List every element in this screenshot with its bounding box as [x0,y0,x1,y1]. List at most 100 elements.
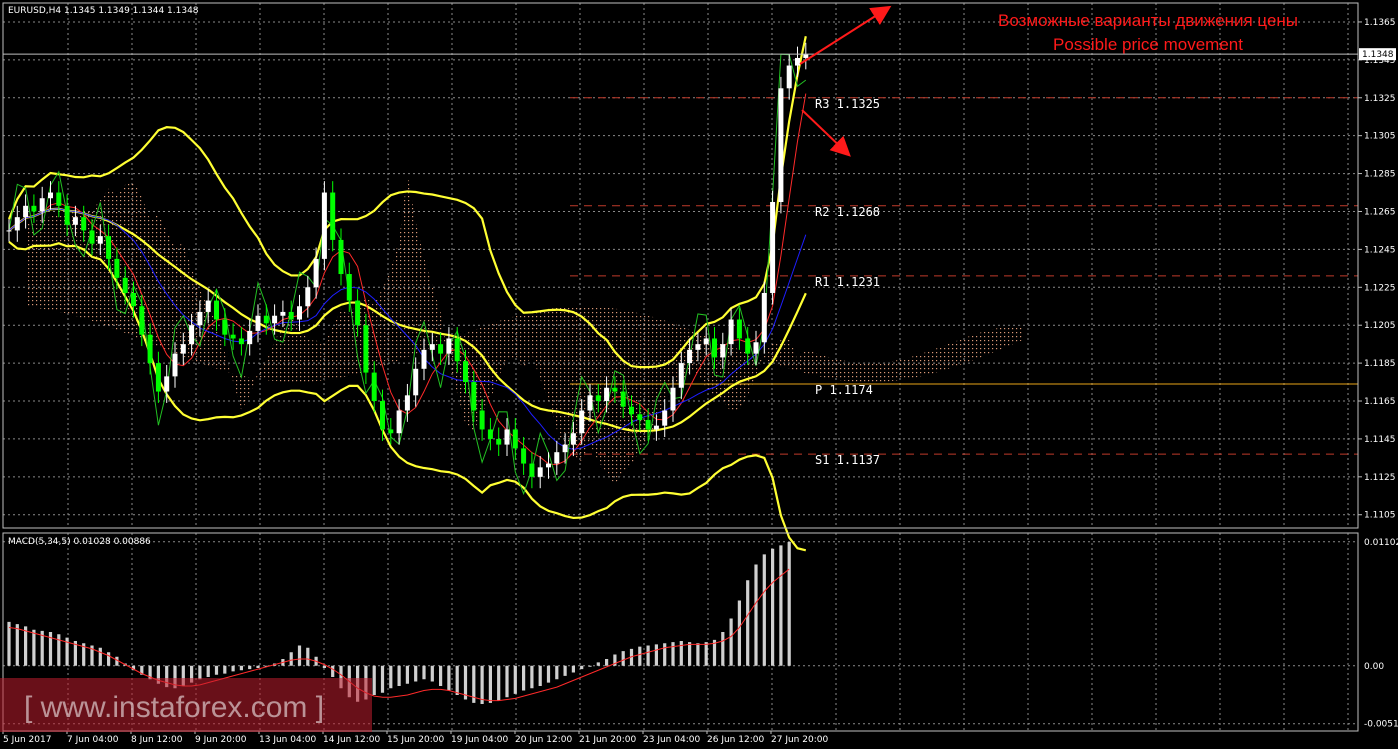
price-tick-label: 1.1325 [1364,94,1396,104]
price-tick-label: 1.1365 [1364,18,1396,28]
macd-bar [787,542,791,666]
time-tick-label: 26 Jun 12:00 [707,735,764,745]
candle-body [396,410,402,434]
annotation-en: Possible price movement [1053,35,1243,54]
candle-body [23,205,29,218]
candle-body [72,217,78,225]
candle-body [562,444,568,453]
candle-body [629,406,634,415]
candle-body [429,344,435,350]
candle-body [604,387,610,402]
macd-bar [605,659,609,666]
macd-bar [505,665,509,698]
macd-bar [306,647,310,666]
candle-body [529,463,535,477]
macd-bar [762,554,766,666]
macd-bar [555,665,559,680]
candle-body [745,338,751,354]
price-tick-label: 1.1225 [1364,283,1396,293]
macd-bar [522,665,526,691]
macd-bar [57,634,61,666]
macd-bar [239,665,243,671]
candle-body [637,414,643,420]
candle-body [770,202,776,293]
candle-body [48,192,53,199]
candle-body [355,300,361,326]
candle-body [106,236,112,259]
candle-body [346,274,352,301]
macd-bar [729,618,733,666]
pivot-label: R1 1.1231 [815,275,880,289]
candle-body [620,391,626,407]
candle-body [363,325,369,373]
candle-body [753,342,759,354]
candle-body [512,429,518,449]
candle-body [164,376,170,392]
price-tick-label: 1.1285 [1364,170,1396,180]
candle-body [39,198,45,212]
macd-bar [596,662,600,666]
macd-bar [654,644,658,666]
macd-bar [389,665,393,689]
candle-body [139,306,145,335]
macd-bar [372,665,376,695]
macd-bar [538,665,542,686]
candle-body [247,330,253,345]
candle-body [338,239,344,275]
macd-bar [571,665,575,673]
candle-body [313,258,319,288]
candle-body [803,54,809,58]
macd-bar [746,580,750,666]
macd-bar [696,643,700,666]
time-tick-label: 15 Jun 20:00 [387,735,444,745]
candle-body [189,325,195,345]
macd-bar [223,665,227,674]
time-tick-label: 19 Jun 04:00 [451,735,508,745]
macd-bar [704,642,708,666]
candle-body [155,363,161,392]
candle-body [114,258,120,278]
time-tick-label: 27 Jun 20:00 [771,735,828,745]
macd-bar [480,665,484,704]
candle-body [263,315,269,324]
candle-body [645,419,651,430]
candle-body [272,315,278,324]
macd-bar [198,665,202,680]
macd-bar [488,665,492,703]
macd-bar [380,665,385,693]
candle-body [297,306,302,320]
candle-body [321,192,327,259]
price-tick-label: 1.1305 [1364,132,1396,142]
candle-body [97,236,103,244]
candle-body [64,205,70,225]
time-tick-label: 13 Jun 04:00 [259,735,316,745]
candle-body [147,334,153,364]
macd-bar [405,665,409,684]
macd-bar [638,646,642,666]
candle-body [214,300,219,320]
macd-bar [588,665,592,667]
price-tick-label: 1.1125 [1364,473,1396,483]
symbol-header: EURUSD,H4 1.1345 1.1349 1.1344 1.1348 [8,6,199,16]
macd-bar [322,665,326,668]
candle-body [330,192,336,240]
time-tick-label: 8 Jun 12:00 [131,735,183,745]
price-frame [2,2,1359,529]
candle-body [712,338,717,358]
macd-bar [688,642,692,666]
candle-body [546,463,551,468]
macd-header: MACD(5,34,5) 0.01028 0.00886 [8,537,151,547]
time-tick-label: 14 Jun 12:00 [323,735,380,745]
macd-tick-label: -0.00515 [1364,720,1398,730]
price-chart[interactable]: R3 1.1325 R2 1.1268 R1 1.1231 P 1.1174 S1 1.… [0,0,1398,749]
macd-bar [546,665,551,683]
candle-body [496,438,502,445]
candle-body [14,217,20,231]
candle-body [471,382,477,411]
macd-bar [331,665,335,677]
price-tick-label: 1.1265 [1364,207,1396,217]
macd-bar [7,621,11,666]
macd-bar [422,665,426,680]
candle-body [795,57,800,66]
candle-body [479,410,485,430]
